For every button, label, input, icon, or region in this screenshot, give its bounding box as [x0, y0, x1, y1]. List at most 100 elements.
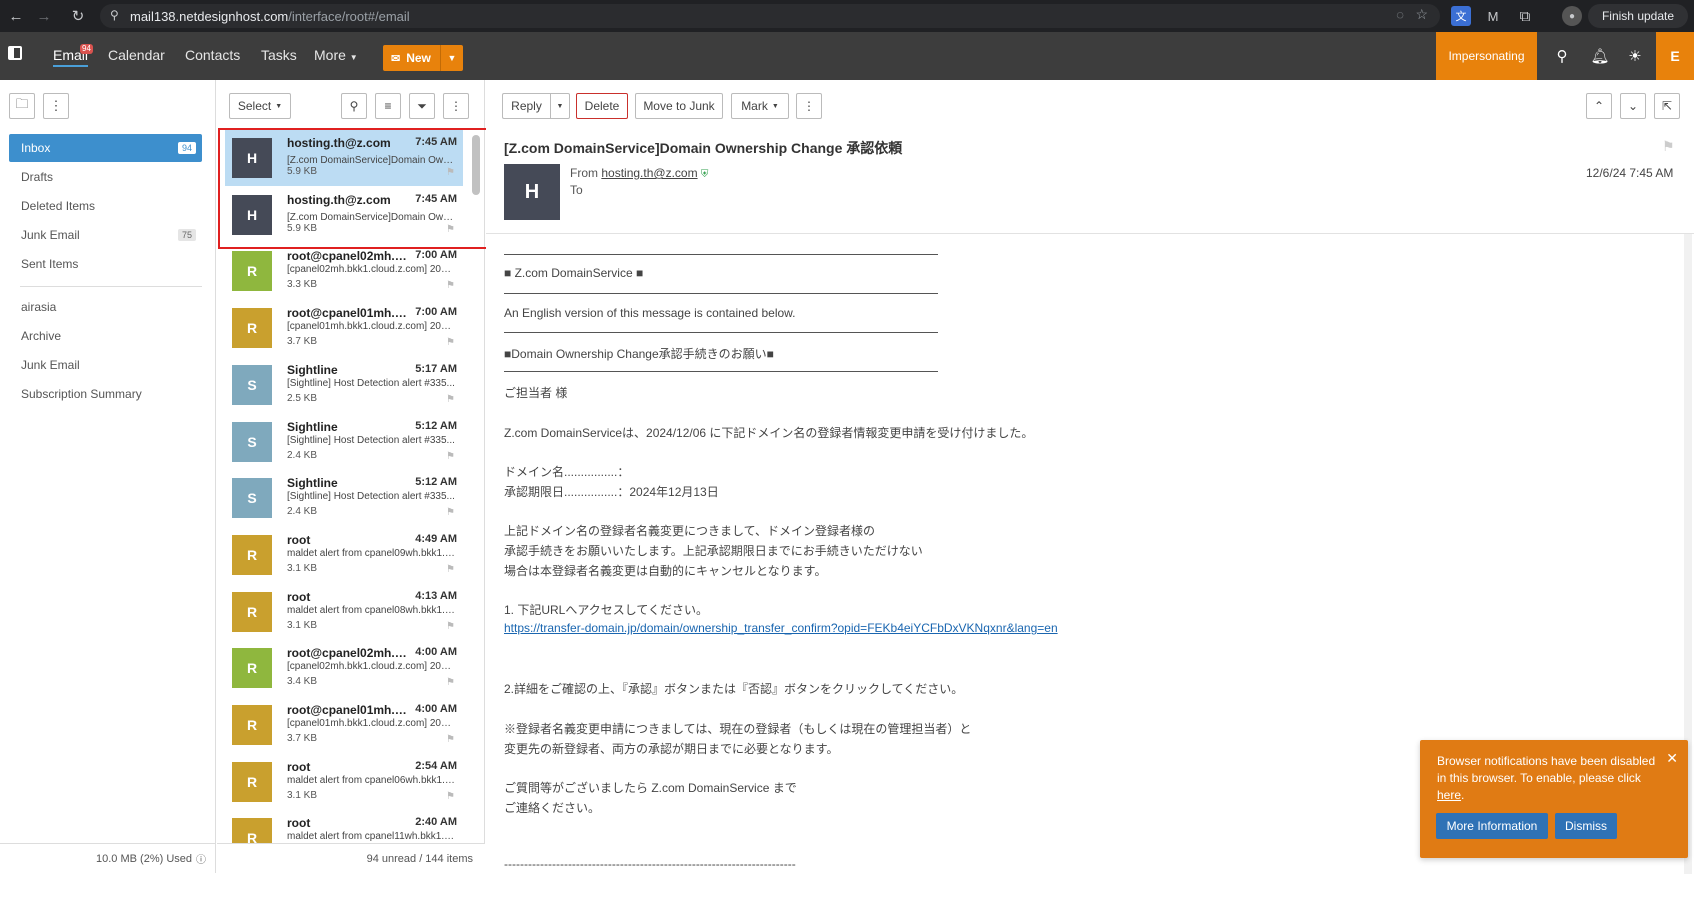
folder-sent-items[interactable]: Sent Items: [9, 250, 202, 278]
message-item[interactable]: Hhosting.th@z.com 7:45 AM [Z.com DomainSer…: [225, 187, 463, 243]
flag-icon[interactable]: ⚑: [446, 677, 455, 688]
folder-icon[interactable]: 🗀: [9, 93, 35, 119]
body-line: 承認期限日................：2024年12月13日: [504, 485, 719, 499]
sort-icon[interactable]: ≡: [375, 93, 401, 119]
dismiss-button[interactable]: Dismiss: [1555, 813, 1617, 839]
bookmark-star-icon[interactable]: ☆: [1415, 6, 1428, 23]
folder-drafts[interactable]: Drafts: [9, 163, 202, 191]
impersonating-badge[interactable]: Impersonating: [1436, 32, 1537, 80]
from-address[interactable]: hosting.th@z.com: [601, 166, 697, 180]
nav-more[interactable]: More ▼: [314, 47, 358, 63]
nav-calendar[interactable]: Calendar: [108, 47, 165, 63]
folder-inbox[interactable]: Inbox 94: [9, 134, 202, 162]
profile-avatar-icon[interactable]: ●: [1562, 6, 1582, 26]
new-message-button[interactable]: ✉ New ▼: [383, 45, 463, 71]
sidebar-toggle-icon[interactable]: [8, 46, 22, 60]
message-time: 4:00 AM: [415, 646, 457, 659]
eye-off-icon[interactable]: ◌: [1396, 7, 1404, 22]
quota-text: 10.0 MB (2%) Used: [96, 852, 192, 865]
message-item[interactable]: S Sightline 5:12 AM [Sightline] Host Detect…: [225, 470, 463, 526]
sender-avatar: R: [232, 705, 272, 745]
header-divider: [486, 233, 1694, 234]
message-from: root: [287, 532, 311, 547]
flag-icon[interactable]: ⚑: [446, 791, 455, 802]
flag-icon[interactable]: ⚑: [1662, 138, 1675, 155]
message-item[interactable]: S Sightline 5:12 AM [Sightline] Host Detect…: [225, 414, 463, 470]
info-icon[interactable]: ⓘ: [196, 851, 206, 866]
list-more-icon[interactable]: ⋮: [443, 93, 469, 119]
previous-message-icon[interactable]: ⌃: [1586, 93, 1612, 119]
message-item[interactable]: Rroot@cpanel02mh.bkk1.cloud.z.com 7:00 AM…: [225, 243, 463, 299]
enable-link[interactable]: here: [1437, 788, 1461, 802]
message-item[interactable]: Rroot 2:54 AM maldet alert from cpanel06wh…: [225, 754, 463, 810]
flag-icon[interactable]: ⚑: [446, 394, 455, 405]
message-from: Sightline: [287, 362, 338, 377]
sender-avatar: H: [232, 194, 272, 235]
folder-junk-email[interactable]: Junk Email 75: [9, 221, 202, 249]
address-bar[interactable]: ⚲ mail138.netdesignhost.com/interface/ro…: [100, 4, 1440, 28]
translate-extension-icon[interactable]: 文: [1451, 6, 1471, 26]
flag-icon[interactable]: ⚑: [446, 167, 455, 178]
back-icon[interactable]: ←: [6, 6, 26, 26]
chevron-down-icon: ▼: [771, 102, 779, 110]
message-item[interactable]: Rroot 4:13 AM maldet alert from cpanel08wh…: [225, 584, 463, 640]
forward-icon[interactable]: →: [34, 6, 54, 26]
reader-more-icon[interactable]: ⋮: [796, 93, 822, 119]
message-subject: [cpanel01mh.bkk1.cloud.z.com] 2024-12-06: [287, 321, 455, 333]
flag-icon[interactable]: ⚑: [446, 280, 455, 291]
message-item[interactable]: Hhosting.th@z.com 7:45 AM [Z.com DomainSer…: [225, 130, 463, 186]
folder-more-icon[interactable]: ⋮: [43, 93, 69, 119]
close-icon[interactable]: ✕: [1666, 750, 1678, 767]
flag-icon[interactable]: ⚑: [446, 734, 455, 745]
reply-dropdown-chevron-icon[interactable]: ▼: [550, 93, 570, 119]
reload-icon[interactable]: ↻: [68, 6, 88, 26]
new-dropdown-chevron-icon[interactable]: ▼: [441, 53, 463, 63]
message-size: 3.4 KB: [287, 676, 318, 688]
message-from: root@cpanel01mh.bkk1.cloud.z.com: [287, 703, 407, 717]
theme-sun-icon[interactable]: ☀: [1625, 46, 1645, 66]
folder-subscription-summary[interactable]: Subscription Summary: [9, 380, 202, 408]
message-item[interactable]: S Sightline 5:17 AM [Sightline] Host Detect…: [225, 357, 463, 413]
select-dropdown[interactable]: Select ▼: [229, 93, 291, 119]
message-item[interactable]: Rroot@cpanel02mh.bkk1.cloud.z.com 4:00 AM…: [225, 640, 463, 696]
confirm-link[interactable]: https://transfer-domain.jp/domain/owners…: [504, 621, 1058, 635]
search-icon[interactable]: ⚲: [341, 93, 367, 119]
more-information-button[interactable]: More Information: [1436, 813, 1548, 839]
nav-tasks[interactable]: Tasks: [261, 47, 297, 63]
flag-icon[interactable]: ⚑: [446, 451, 455, 462]
extensions-puzzle-icon[interactable]: ⧉: [1515, 6, 1535, 26]
folder-deleted-items[interactable]: Deleted Items: [9, 192, 202, 220]
next-message-icon[interactable]: ⌄: [1620, 93, 1646, 119]
site-info-icon[interactable]: ⚲: [110, 8, 119, 22]
folder-junk-email-2[interactable]: Junk Email: [9, 351, 202, 379]
finish-update-button[interactable]: Finish update: [1588, 4, 1688, 28]
filter-icon[interactable]: ⏷: [409, 93, 435, 119]
folder-archive[interactable]: Archive: [9, 322, 202, 350]
body-line: 承認手続きをお願いいたします。上記承認期限日までにお手続きいただけない: [504, 544, 923, 558]
message-time: 2:54 AM: [415, 759, 457, 772]
search-icon[interactable]: ⚲: [1552, 46, 1572, 66]
folder-label: Drafts: [21, 170, 54, 184]
from-row: From hosting.th@z.com ⛨: [570, 166, 708, 180]
list-scrollbar[interactable]: [472, 135, 480, 195]
popout-icon[interactable]: ⇱: [1654, 93, 1680, 119]
body-rule: [504, 293, 938, 294]
message-item[interactable]: Rroot@cpanel01mh.bkk1.cloud.z.com 4:00 AM…: [225, 697, 463, 753]
reply-button[interactable]: Reply: [502, 93, 550, 119]
message-item[interactable]: Rroot@cpanel01mh.bkk1.cloud.z.com 7:00 AM…: [225, 300, 463, 356]
flag-icon[interactable]: ⚑: [446, 564, 455, 575]
move-to-junk-button[interactable]: Move to Junk: [635, 93, 723, 119]
user-avatar[interactable]: E: [1656, 32, 1694, 80]
message-size: 3.1 KB: [287, 562, 318, 574]
nav-contacts[interactable]: Contacts: [185, 47, 240, 63]
flag-icon[interactable]: ⚑: [446, 507, 455, 518]
message-item[interactable]: Rroot 4:49 AM maldet alert from cpanel09wh…: [225, 527, 463, 583]
flag-icon[interactable]: ⚑: [446, 337, 455, 348]
bell-icon[interactable]: 🔔︎: [1590, 46, 1610, 66]
flag-icon[interactable]: ⚑: [446, 224, 455, 235]
delete-button[interactable]: Delete: [576, 93, 628, 119]
folder-airasia[interactable]: airasia: [9, 293, 202, 321]
mark-dropdown[interactable]: Mark ▼: [731, 93, 789, 119]
extension-m-icon[interactable]: M: [1483, 6, 1503, 26]
flag-icon[interactable]: ⚑: [446, 621, 455, 632]
